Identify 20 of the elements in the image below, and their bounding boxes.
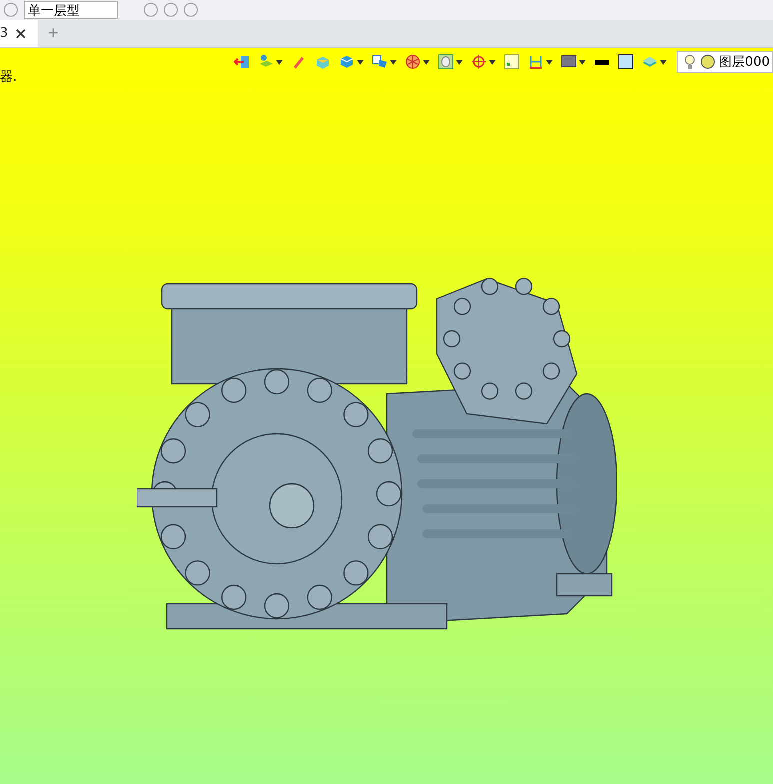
status-message: 器. — [0, 69, 18, 86]
target-icon — [471, 54, 488, 70]
window-icon — [504, 54, 520, 70]
layer-field[interactable]: 图层000 — [677, 51, 773, 73]
monitor-icon — [561, 54, 578, 70]
circle-icon[interactable] — [700, 54, 716, 70]
view-cube-icon — [372, 54, 388, 70]
frame-icon — [438, 54, 454, 70]
exit-icon — [234, 54, 250, 70]
dimension-icon — [528, 54, 544, 70]
cube-icon — [339, 54, 356, 70]
close-icon[interactable] — [16, 28, 26, 38]
style-dropdown[interactable]: 单一层型 — [24, 1, 118, 19]
polyhedron-icon — [405, 54, 422, 70]
color-swatch-icon — [618, 54, 634, 70]
layer-stack-icon — [642, 54, 658, 70]
light-bulb-icon[interactable] — [683, 54, 698, 70]
document-tab[interactable]: 3 — [0, 20, 38, 47]
layers-icon — [258, 54, 274, 70]
box-icon — [315, 54, 332, 70]
